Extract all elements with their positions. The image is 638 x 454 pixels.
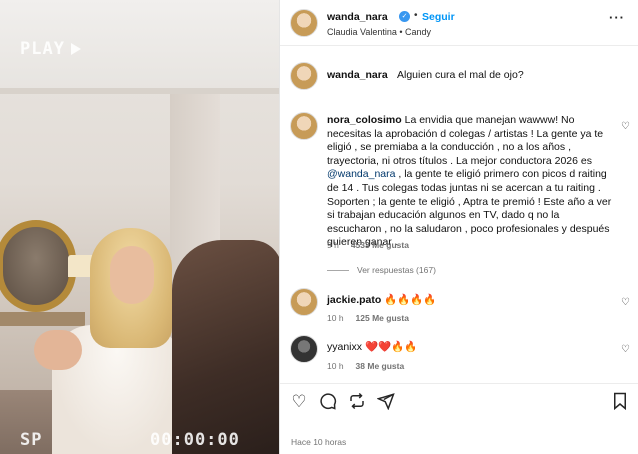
comment-likes[interactable]: 125 Me gusta — [356, 313, 409, 323]
commenter-avatar[interactable] — [290, 335, 318, 363]
bride-arm — [34, 330, 82, 370]
bride-face — [110, 246, 154, 304]
view-replies[interactable]: Ver respuestas (167) — [327, 265, 436, 275]
comment-heart-icon[interactable]: ♡ — [621, 122, 631, 132]
caption-text: Alguien cura el mal de ojo? — [397, 69, 524, 81]
bookmark-icon[interactable] — [610, 392, 630, 412]
comment-likes[interactable]: 4533 Me gusta — [351, 240, 409, 250]
replies-line — [327, 269, 349, 271]
vhs-play-overlay: PLAY — [20, 39, 81, 59]
comment-meta: 10 h 125 Me gusta — [327, 313, 409, 323]
caption-username[interactable]: wanda_nara — [327, 69, 388, 81]
share-icon[interactable] — [376, 392, 396, 412]
author-avatar[interactable] — [290, 9, 318, 37]
comment-meta: 10 h 38 Me gusta — [327, 361, 404, 371]
heart-icon[interactable]: ♡ — [289, 392, 309, 412]
side-table — [0, 312, 85, 326]
comment-text: jackie.pato 🔥🔥🔥🔥 — [327, 294, 437, 306]
stylist-figure — [172, 240, 279, 454]
vhs-mode-overlay: SP — [20, 430, 43, 450]
post-header: wanda_nara ✓ • Seguir Claudia Valentina … — [280, 0, 638, 46]
follow-button[interactable]: Seguir — [422, 11, 455, 23]
separator-dot: • — [414, 10, 418, 21]
commenter-avatar[interactable] — [290, 112, 318, 140]
post-media[interactable]: PLAY SP 00:00:00 — [0, 0, 279, 454]
comment-heart-icon[interactable]: ♡ — [621, 345, 631, 355]
post-panel: wanda_nara ✓ • Seguir Claudia Valentina … — [279, 0, 638, 454]
comment-heart-icon[interactable]: ♡ — [621, 298, 631, 308]
comment-meta: 9 h 4533 Me gusta — [327, 240, 409, 250]
mention-link[interactable]: @wanda_nara — [327, 168, 395, 180]
commenter-username[interactable]: yyanixx — [327, 341, 362, 353]
comment-time: 9 h — [327, 240, 339, 250]
repost-icon[interactable] — [347, 392, 367, 412]
comment-text: nora_colosimo La envidia que manejan waw… — [327, 114, 612, 249]
audio-subtitle[interactable]: Claudia Valentina • Candy — [327, 27, 431, 37]
vhs-timecode-overlay: 00:00:00 — [150, 430, 240, 450]
cornice — [0, 88, 279, 94]
commenter-avatar[interactable] — [290, 288, 318, 316]
comment-icon[interactable] — [318, 392, 338, 412]
commenter-username[interactable]: nora_colosimo — [327, 114, 402, 126]
comment-likes[interactable]: 38 Me gusta — [356, 361, 405, 371]
verified-badge-icon: ✓ — [399, 11, 410, 22]
comment-text: yyanixx ❤️❤️🔥🔥 — [327, 341, 418, 353]
commenter-username[interactable]: jackie.pato — [327, 294, 381, 306]
action-bar: ♡ — [280, 383, 638, 415]
comment-time: 10 h — [327, 313, 344, 323]
mirror — [0, 220, 76, 312]
play-icon — [70, 43, 81, 55]
more-options-icon[interactable]: ··· — [609, 11, 625, 24]
author-username[interactable]: wanda_nara — [327, 11, 388, 23]
post-date: Hace 10 horas — [291, 437, 347, 447]
comment-time: 10 h — [327, 361, 344, 371]
caption-avatar[interactable] — [290, 62, 318, 90]
